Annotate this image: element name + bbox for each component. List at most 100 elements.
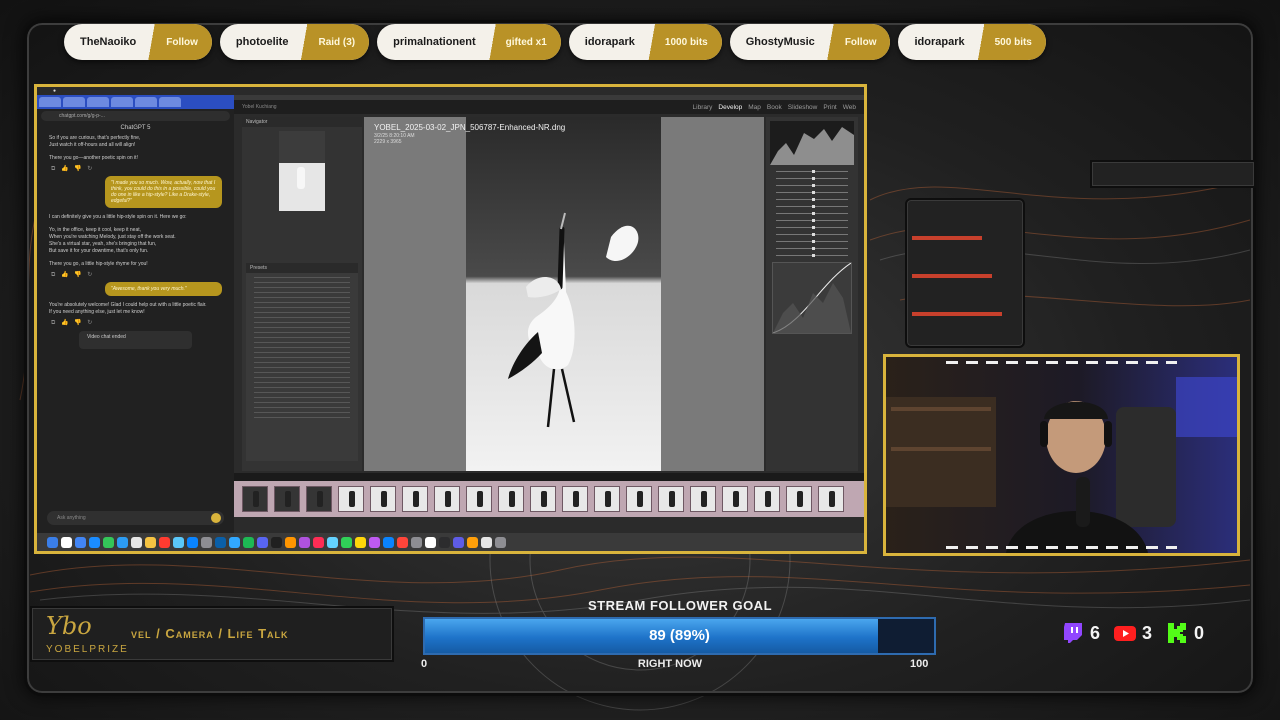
chat-input[interactable]: Ask anything <box>47 511 224 525</box>
navigator-header[interactable]: Navigator <box>242 117 362 127</box>
app-icon[interactable] <box>355 536 366 548</box>
filmstrip-thumbnail[interactable] <box>402 486 428 512</box>
app-icon[interactable] <box>425 536 436 548</box>
exposure-slider[interactable] <box>776 184 848 187</box>
notes-icon[interactable] <box>145 536 156 548</box>
filmstrip-thumbnail[interactable] <box>242 486 268 512</box>
obs-icon[interactable] <box>271 536 282 548</box>
module-slideshow[interactable]: Slideshow <box>788 104 818 111</box>
blacks-slider[interactable] <box>776 219 848 222</box>
message-actions[interactable]: ⧉ 👍 👎 ↻ <box>37 319 234 327</box>
filmstrip-thumbnail[interactable] <box>722 486 748 512</box>
kick-count: 0 <box>1166 622 1204 644</box>
filmstrip-thumbnail[interactable] <box>754 486 780 512</box>
module-develop[interactable]: Develop <box>718 104 742 111</box>
filmstrip-thumbnail[interactable] <box>626 486 652 512</box>
app-icon[interactable] <box>453 536 464 548</box>
photoshop-icon[interactable] <box>229 536 240 548</box>
app-icon[interactable] <box>313 536 324 548</box>
app-icon[interactable] <box>285 536 296 548</box>
filmstrip-thumbnail[interactable] <box>434 486 460 512</box>
spotify-icon[interactable] <box>243 536 254 548</box>
message-actions[interactable]: ⧉ 👍 👎 ↻ <box>37 271 234 279</box>
app-icon[interactable] <box>327 536 338 548</box>
app-icon[interactable] <box>383 536 394 548</box>
message-actions[interactable]: ⧉ 👍 👎 ↻ <box>37 165 234 173</box>
saturation-slider[interactable] <box>776 254 848 257</box>
filmstrip-thumbnail[interactable] <box>786 486 812 512</box>
maps-icon[interactable] <box>173 536 184 548</box>
settings-icon[interactable] <box>201 536 212 548</box>
discord-icon[interactable] <box>257 536 268 548</box>
module-library[interactable]: Library <box>693 104 713 111</box>
filmstrip-thumbnail[interactable] <box>594 486 620 512</box>
presets-header[interactable]: Presets <box>246 263 358 273</box>
browser-tab[interactable] <box>63 97 85 107</box>
mail-icon[interactable] <box>117 536 128 548</box>
clarity-slider[interactable] <box>776 233 848 236</box>
module-picker: Library Develop Map Book Slideshow Print… <box>693 104 856 111</box>
launchpad-icon[interactable] <box>61 536 72 548</box>
app-icon[interactable] <box>411 536 422 548</box>
filmstrip-thumbnail[interactable] <box>370 486 396 512</box>
module-print[interactable]: Print <box>823 104 836 111</box>
lightroom-icon[interactable] <box>215 536 226 548</box>
tone-curve[interactable] <box>772 262 852 334</box>
navigator-preview[interactable] <box>279 131 325 211</box>
finder-icon[interactable] <box>47 536 58 548</box>
filmstrip-thumbnail[interactable] <box>306 486 332 512</box>
vibrance-slider[interactable] <box>776 247 848 250</box>
apple-icon[interactable]: ● <box>53 88 56 94</box>
module-web[interactable]: Web <box>843 104 856 111</box>
app-icon[interactable] <box>341 536 352 548</box>
app-icon[interactable] <box>467 536 478 548</box>
browser-tab[interactable] <box>39 97 61 107</box>
app-icon[interactable] <box>369 536 380 548</box>
photo-canvas[interactable]: YOBEL_2025-03-02_JPN_506787-Enhanced-NR.… <box>364 117 764 471</box>
calendar-icon[interactable] <box>131 536 142 548</box>
texture-slider[interactable] <box>776 226 848 229</box>
browser-tab[interactable] <box>111 97 133 107</box>
filmstrip-thumbnail[interactable] <box>562 486 588 512</box>
app-store-icon[interactable] <box>187 536 198 548</box>
browser-tab[interactable] <box>159 97 181 107</box>
filmstrip-thumbnail[interactable] <box>338 486 364 512</box>
histogram[interactable] <box>770 121 854 165</box>
module-map[interactable]: Map <box>748 104 761 111</box>
highlights-slider[interactable] <box>776 198 848 201</box>
document-icon[interactable] <box>481 536 492 548</box>
browser-tab[interactable] <box>135 97 157 107</box>
presets-panel: Presets <box>246 263 358 461</box>
whites-slider[interactable] <box>776 212 848 215</box>
messages-icon[interactable] <box>103 536 114 548</box>
shadows-slider[interactable] <box>776 205 848 208</box>
app-icon[interactable] <box>439 536 450 548</box>
goal-caption: RIGHT NOW <box>637 658 703 670</box>
dehaze-slider[interactable] <box>776 240 848 243</box>
tint-slider[interactable] <box>776 177 848 180</box>
temperature-slider[interactable] <box>776 170 848 173</box>
voice-mode-icon[interactable] <box>211 513 221 523</box>
filmstrip-thumbnail[interactable] <box>690 486 716 512</box>
contrast-slider[interactable] <box>776 191 848 194</box>
filmstrip-thumbnail[interactable] <box>274 486 300 512</box>
red-stripe-decor <box>912 274 992 278</box>
address-bar[interactable]: chatgpt.com/g/g-p-... <box>41 111 230 121</box>
module-book[interactable]: Book <box>767 104 782 111</box>
trash-icon[interactable] <box>495 536 506 548</box>
filmstrip-thumbnail[interactable] <box>658 486 684 512</box>
browser-tab[interactable] <box>87 97 109 107</box>
frame-tab-decor <box>1090 160 1256 188</box>
chat-model-title[interactable]: ChatGPT 5 <box>37 125 234 131</box>
filmstrip-thumbnail[interactable] <box>498 486 524 512</box>
chrome-icon[interactable] <box>75 536 86 548</box>
filmstrip-thumbnail[interactable] <box>466 486 492 512</box>
filmstrip-thumbnail[interactable] <box>530 486 556 512</box>
event-alert: idorapark 500 bits <box>898 24 1046 60</box>
music-icon[interactable] <box>159 536 170 548</box>
safari-icon[interactable] <box>89 536 100 548</box>
app-icon[interactable] <box>299 536 310 548</box>
app-icon[interactable] <box>397 536 408 548</box>
filmstrip-thumbnail[interactable] <box>818 486 844 512</box>
lightroom-window: Yobel Kuchiang Library Develop Map Book … <box>234 95 864 539</box>
